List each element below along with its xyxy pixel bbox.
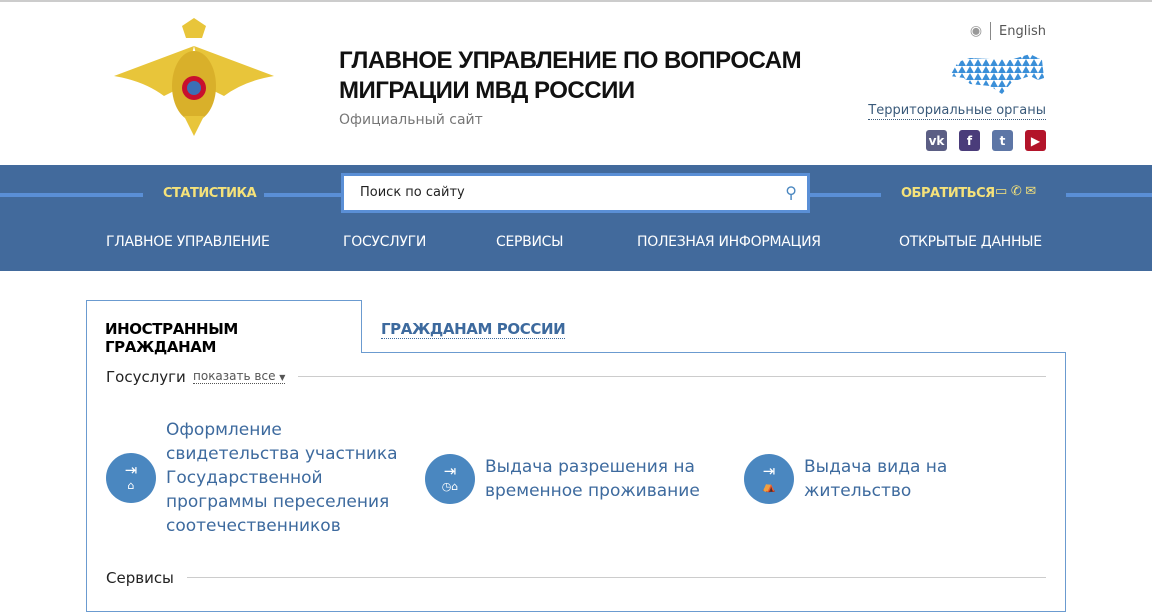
- vk-icon[interactable]: vk: [926, 130, 947, 151]
- monitor-icon: ▭: [995, 184, 1007, 199]
- contact-link[interactable]: ОБРАТИТЬСЯ: [901, 186, 995, 201]
- title-line: ГЛАВНОЕ УПРАВЛЕНИЕ ПО ВОПРОСАМ: [339, 47, 802, 74]
- contact-icons[interactable]: ▭ ✆ ✉: [995, 184, 1036, 199]
- menu-item[interactable]: ОТКРЫТЫЕ ДАННЫЕ: [899, 234, 1042, 250]
- search-input[interactable]: Поиск по сайту ⚲: [341, 173, 810, 213]
- divider: [990, 22, 992, 40]
- service-temporary-residence-icon: ⇥ ◷⌂: [425, 454, 475, 504]
- phone-icon: ✆: [1010, 184, 1022, 199]
- text-line: Государственной: [166, 468, 323, 488]
- text-line: Выдача разрешения на: [485, 457, 695, 477]
- title-line: МИГРАЦИИ МВД РОССИИ: [339, 77, 635, 104]
- tab-foreign-citizens[interactable]: ИНОСТРАННЫМ ГРАЖДАНАМ: [86, 300, 362, 356]
- menu-item[interactable]: ГОСУСЛУГИ: [343, 234, 426, 250]
- decor-line: [0, 193, 143, 197]
- statistics-link[interactable]: СТАТИСТИКА: [163, 186, 257, 201]
- service-resettlement-icon: ⇥ ⌂: [106, 453, 156, 503]
- service-title[interactable]: Выдача вида на жительство: [804, 455, 947, 503]
- emblem-logo[interactable]: [104, 16, 284, 138]
- service-item[interactable]: ⇥ ⛺ Выдача вида на жительство: [744, 454, 947, 504]
- decor-line: [809, 193, 881, 197]
- eye-icon[interactable]: ◉: [970, 23, 982, 39]
- search-icon[interactable]: ⚲: [785, 183, 797, 202]
- menu-item[interactable]: СЕРВИСЫ: [496, 234, 563, 250]
- decor-line: [264, 193, 342, 197]
- decor-line: [1066, 193, 1152, 197]
- service-item[interactable]: ⇥ ⌂ Оформление свидетельства участника Госу…: [106, 418, 398, 538]
- site-title: ГЛАВНОЕ УПРАВЛЕНИЕ ПО ВОПРОСАМ МИГРАЦИИ М…: [339, 46, 802, 106]
- service-title[interactable]: Оформление свидетельства участника Государ…: [166, 418, 398, 538]
- service-residence-permit-icon: ⇥ ⛺: [744, 454, 794, 504]
- text-line: программы переселения: [166, 492, 390, 512]
- service-item[interactable]: ⇥ ◷⌂ Выдача разрешения на временное прожив…: [425, 454, 700, 504]
- text-line: временное проживание: [485, 481, 700, 501]
- text-line: Выдача вида на: [804, 457, 948, 477]
- tab-russian-citizens[interactable]: ГРАЖДАНАМ РОССИИ: [381, 320, 566, 339]
- site-subtitle: Официальный сайт: [339, 112, 483, 128]
- top-links: ◉ English: [970, 22, 1046, 40]
- divider: [187, 577, 1046, 578]
- facebook-icon[interactable]: f: [959, 130, 980, 151]
- main-nav: СТАТИСТИКА Поиск по сайту ⚲ ОБРАТИТЬСЯ ▭ …: [0, 165, 1152, 271]
- territorial-link[interactable]: Территориальные органы: [868, 103, 1046, 120]
- gosuslugi-heading: Госуслуги: [106, 368, 186, 386]
- social-links: vk f t ▶: [926, 130, 1046, 151]
- mail-icon: ✉: [1025, 184, 1036, 199]
- show-all-label: показать все: [193, 369, 276, 383]
- caret-down-icon: ▼: [279, 373, 286, 382]
- divider: [298, 376, 1046, 377]
- services-heading: Сервисы: [106, 569, 174, 587]
- text-line: Оформление: [166, 420, 282, 440]
- text-line: соотечественников: [166, 516, 341, 536]
- text-line: жительство: [804, 481, 912, 501]
- language-link[interactable]: English: [999, 24, 1046, 39]
- menu-item[interactable]: ПОЛЕЗНАЯ ИНФОРМАЦИЯ: [637, 234, 821, 250]
- show-all-link[interactable]: показать все ▼: [193, 369, 286, 384]
- youtube-icon[interactable]: ▶: [1025, 130, 1046, 151]
- text-line: свидетельства участника: [166, 444, 398, 464]
- russia-map-icon[interactable]: [950, 52, 1046, 94]
- twitter-icon[interactable]: t: [992, 130, 1013, 151]
- service-title[interactable]: Выдача разрешения на временное проживание: [485, 455, 700, 503]
- search-placeholder: Поиск по сайту: [360, 185, 465, 200]
- menu-item[interactable]: ГЛАВНОЕ УПРАВЛЕНИЕ: [106, 234, 270, 250]
